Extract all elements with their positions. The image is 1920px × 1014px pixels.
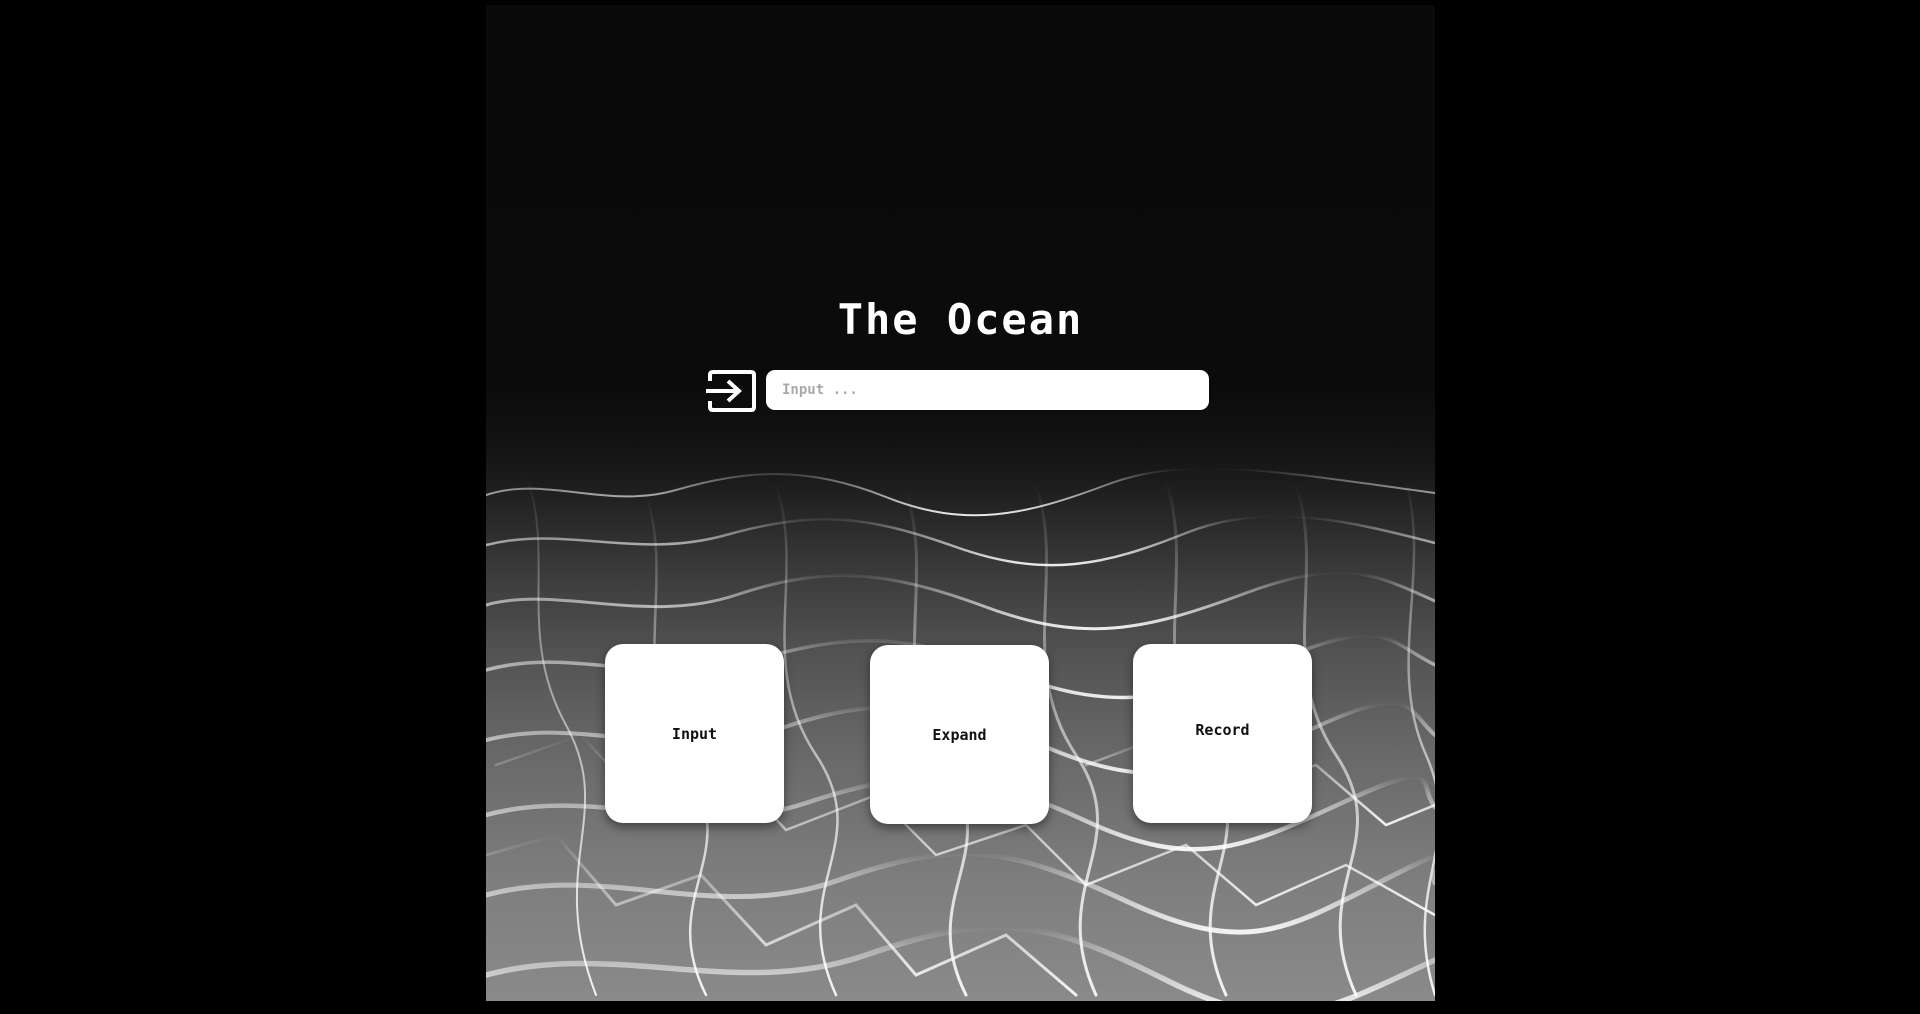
input-card-label: Input: [671, 724, 718, 743]
expand-card-label: Expand: [932, 725, 987, 744]
search-input[interactable]: [766, 370, 1209, 410]
ocean-stage: The Ocean Input Expand Record: [486, 5, 1435, 1001]
page-title: The Ocean: [837, 295, 1084, 344]
input-card-button[interactable]: Input: [605, 644, 784, 823]
enter-arrow-icon: [706, 370, 756, 412]
record-card-button[interactable]: Record: [1133, 644, 1312, 823]
record-card-label: Record: [1195, 720, 1250, 739]
expand-card-button[interactable]: Expand: [870, 645, 1049, 824]
enter-button[interactable]: [706, 369, 758, 413]
